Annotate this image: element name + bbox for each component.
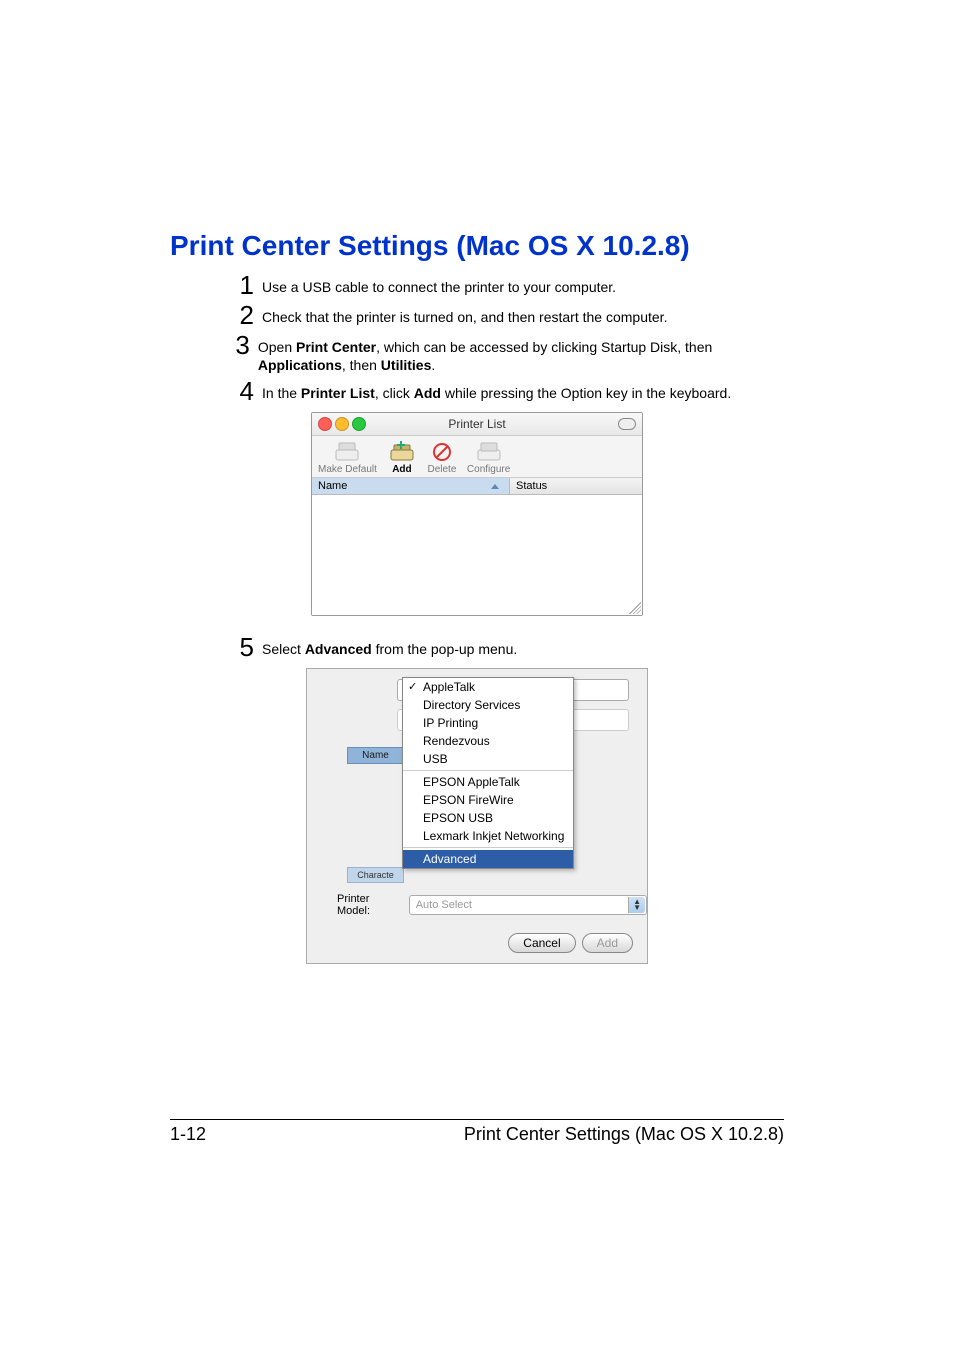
step-number: 2 xyxy=(230,302,254,328)
bold: Add xyxy=(414,385,441,401)
menu-item-ip-printing[interactable]: IP Printing xyxy=(403,714,573,732)
printer-gear-icon xyxy=(474,440,504,464)
menu-separator xyxy=(403,770,573,771)
add-button[interactable]: Add xyxy=(387,440,417,475)
section-heading: Print Center Settings (Mac OS X 10.2.8) xyxy=(170,230,784,262)
column-status[interactable]: Status xyxy=(510,478,642,494)
menu-item-directory-services[interactable]: Directory Services xyxy=(403,696,573,714)
step-2: 2 Check that the printer is turned on, a… xyxy=(230,302,784,328)
resize-grip-icon[interactable] xyxy=(629,602,641,614)
step-number: 1 xyxy=(230,272,254,298)
page-footer: 1-12 Print Center Settings (Mac OS X 10.… xyxy=(170,1119,784,1145)
printer-add-icon xyxy=(387,440,417,464)
add-printer-sheet: Name Characte AppleTalk Directory Servic… xyxy=(306,668,648,964)
label: Make Default xyxy=(318,464,377,475)
add-button[interactable]: Add xyxy=(582,933,633,953)
printer-icon xyxy=(332,440,362,464)
step-list-cont: 5 Select Advanced from the pop-up menu. xyxy=(230,634,784,660)
character-column-header[interactable]: Characte xyxy=(347,867,404,883)
step-list: 1 Use a USB cable to connect the printer… xyxy=(230,272,784,404)
label: Add xyxy=(392,464,411,475)
text: Open xyxy=(258,339,296,355)
step-text: Select Advanced from the pop-up menu. xyxy=(262,634,517,658)
connection-menu: AppleTalk Directory Services IP Printing… xyxy=(402,677,574,869)
table-header: Name Status xyxy=(312,478,642,495)
printer-list-window: Printer List Make Default Add Delete xyxy=(311,412,643,616)
text: while pressing the Option key in the key… xyxy=(441,385,731,401)
text: . xyxy=(431,357,435,373)
label: Configure xyxy=(467,464,510,475)
printer-model-select[interactable]: Auto Select ▲▼ xyxy=(409,895,647,915)
toolbar: Make Default Add Delete Configure xyxy=(312,436,642,478)
step-4: 4 In the Printer List, click Add while p… xyxy=(230,378,784,404)
menu-item-epson-appletalk[interactable]: EPSON AppleTalk xyxy=(403,773,573,791)
menu-item-rendezvous[interactable]: Rendezvous xyxy=(403,732,573,750)
bold: Applications xyxy=(258,357,342,373)
label: Name xyxy=(318,480,347,492)
menu-item-advanced[interactable]: Advanced xyxy=(403,850,573,868)
name-column-header[interactable]: Name xyxy=(347,747,404,764)
printer-list-body[interactable] xyxy=(312,495,642,615)
printer-model-label: Printer Model: xyxy=(337,893,403,917)
menu-separator xyxy=(403,847,573,848)
step-text: Open Print Center, which can be accessed… xyxy=(258,332,784,374)
step-number: 5 xyxy=(230,634,254,660)
no-entry-icon xyxy=(427,440,457,464)
sheet-buttons: Cancel Add xyxy=(307,929,647,953)
configure-button[interactable]: Configure xyxy=(467,440,510,475)
make-default-button[interactable]: Make Default xyxy=(318,440,377,475)
printer-model-row: Printer Model: Auto Select ▲▼ xyxy=(337,893,647,917)
window-controls xyxy=(318,417,366,431)
minimize-icon[interactable] xyxy=(335,417,349,431)
text: , which can be accessed by clicking Star… xyxy=(376,339,712,355)
footer-title: Print Center Settings (Mac OS X 10.2.8) xyxy=(464,1124,784,1145)
step-text: Use a USB cable to connect the printer t… xyxy=(262,272,616,296)
menu-item-lexmark[interactable]: Lexmark Inkjet Networking xyxy=(403,827,573,845)
bold: Utilities xyxy=(381,357,432,373)
cancel-button[interactable]: Cancel xyxy=(508,933,575,953)
step-number: 3 xyxy=(230,332,250,358)
text: , then xyxy=(342,357,381,373)
text: Select xyxy=(262,641,305,657)
close-icon[interactable] xyxy=(318,417,332,431)
menu-item-usb[interactable]: USB xyxy=(403,750,573,768)
menu-item-epson-usb[interactable]: EPSON USB xyxy=(403,809,573,827)
titlebar[interactable]: Printer List xyxy=(312,413,642,436)
menu-item-appletalk[interactable]: AppleTalk xyxy=(403,678,573,696)
zoom-icon[interactable] xyxy=(352,417,366,431)
step-number: 4 xyxy=(230,378,254,404)
text: In the xyxy=(262,385,301,401)
updown-arrows-icon: ▲▼ xyxy=(633,899,641,911)
bold: Printer List xyxy=(301,385,375,401)
text: , click xyxy=(375,385,414,401)
menu-item-epson-firewire[interactable]: EPSON FireWire xyxy=(403,791,573,809)
step-text: In the Printer List, click Add while pre… xyxy=(262,378,731,402)
printer-model-value: Auto Select xyxy=(416,899,472,911)
text: from the pop-up menu. xyxy=(372,641,518,657)
window-title: Printer List xyxy=(448,417,505,431)
toolbar-toggle-icon[interactable] xyxy=(618,418,636,430)
bold: Print Center xyxy=(296,339,376,355)
step-3: 3 Open Print Center, which can be access… xyxy=(230,332,784,374)
column-name[interactable]: Name xyxy=(312,478,510,494)
delete-button[interactable]: Delete xyxy=(427,440,457,475)
label: Delete xyxy=(427,464,456,475)
sort-ascending-icon xyxy=(491,484,499,489)
step-5: 5 Select Advanced from the pop-up menu. xyxy=(230,634,784,660)
bold: Advanced xyxy=(305,641,372,657)
step-1: 1 Use a USB cable to connect the printer… xyxy=(230,272,784,298)
step-text: Check that the printer is turned on, and… xyxy=(262,302,667,326)
page-number: 1-12 xyxy=(170,1124,206,1145)
